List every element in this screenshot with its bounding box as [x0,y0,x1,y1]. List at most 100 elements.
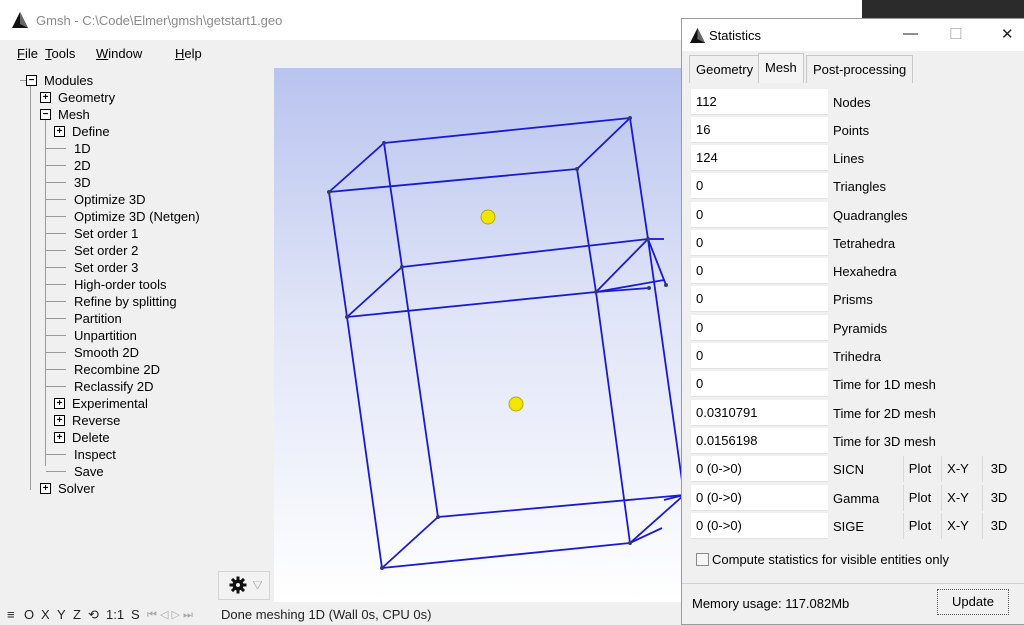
checkbox-label: Compute statistics for visible entities … [712,552,949,567]
settings-gear-button[interactable] [218,571,270,600]
statistics-title-bar[interactable]: Statistics — ☐ ✕ [682,19,1024,51]
tree-item-label: Partition [74,311,122,326]
collapse-icon[interactable]: − [40,109,51,120]
stat-value[interactable]: 0 [691,315,828,341]
menu-tools[interactable]: Tools [45,46,75,61]
gmsh-logo-icon [12,12,28,28]
stat-value[interactable]: 0 [691,286,828,312]
update-button[interactable]: Update [937,589,1009,615]
3d-plot-button[interactable]: 3D [982,485,1015,511]
maximize-button[interactable]: ☐ [949,25,962,43]
tree-connector [46,335,66,336]
tree-item-label: Save [74,464,104,479]
tab-mesh[interactable]: Mesh [758,53,804,83]
stat-value[interactable]: 0 [691,202,828,228]
stat-value[interactable]: 16 [691,117,828,143]
stat-value[interactable]: 0 [691,230,828,256]
tree-item-label: Inspect [74,447,116,462]
stat-label: Pyramids [833,321,888,336]
geometry-point[interactable] [480,209,496,225]
mesh-edge [647,238,685,496]
z-view-button[interactable]: Z [73,607,81,622]
tree-item-label: Modules [44,73,94,88]
menu-file[interactable]: File [17,46,38,61]
checkbox-box[interactable] [696,553,709,566]
tree-item-label: Set order 1 [74,226,139,241]
stat-label: Points [833,123,870,138]
tree-connector [46,233,66,234]
expand-icon[interactable]: + [54,398,65,409]
stat-label: SIGE [833,519,865,534]
stat-value[interactable]: 0.0310791 [691,400,828,426]
tree-item-label: Optimize 3D (Netgen) [74,209,200,224]
expand-icon[interactable]: + [54,415,65,426]
plot-button[interactable]: Plot [903,456,936,482]
scale-reset-button[interactable]: 1:1 [106,607,124,622]
gear-icon [229,576,247,594]
xy-plot-button[interactable]: X-Y [941,513,974,539]
close-button[interactable]: ✕ [1001,25,1014,43]
xy-plot-button[interactable]: X-Y [941,485,974,511]
tree-connector [46,454,66,455]
playback-controls[interactable]: ⏮ ◁ ▷ ⏭ [147,608,193,622]
origin-view-button[interactable]: O [24,607,34,622]
xy-plot-button[interactable]: X-Y [941,456,974,482]
tree-item-label: Recombine 2D [74,362,160,377]
mesh-edge [576,117,631,170]
stat-value[interactable]: 0 [691,371,828,397]
plot-button[interactable]: Plot [903,513,936,539]
3d-plot-button[interactable]: 3D [982,513,1015,539]
stat-value[interactable]: 0 [691,173,828,199]
stat-value[interactable]: 0.0156198 [691,428,828,454]
menu-toggle-button[interactable]: ≡ [7,607,15,622]
tree-item-label: Set order 2 [74,243,139,258]
stat-value[interactable]: 0 (0->0) [691,513,828,539]
y-view-button[interactable]: Y [57,607,66,622]
tree-connector [46,471,66,472]
stat-value[interactable]: 124 [691,145,828,171]
3d-plot-button[interactable]: 3D [982,456,1015,482]
expand-icon[interactable]: + [54,432,65,443]
mesh-vertex [647,286,651,290]
minimize-button[interactable]: — [903,25,918,42]
tree-item-label: 2D [74,158,91,173]
stat-label: Quadrangles [833,208,908,223]
x-view-button[interactable]: X [41,607,50,622]
plot-button[interactable]: Plot [903,485,936,511]
rotate-button[interactable]: ⟲ [88,607,99,623]
mesh-vertex [380,566,384,570]
expand-icon[interactable]: + [40,92,51,103]
stat-value[interactable]: 112 [691,89,828,115]
stat-label: Hexahedra [833,264,897,279]
select-button[interactable]: S [131,607,140,622]
expand-icon[interactable]: + [54,126,65,137]
tab-post-processing[interactable]: Post-processing [806,55,914,83]
tree-connector [46,301,66,302]
expand-icon[interactable]: + [40,483,51,494]
tab-geometry[interactable]: Geometry [689,55,761,83]
stat-value[interactable]: 0 [691,258,828,284]
tree-item-label: Unpartition [74,328,137,343]
stat-value[interactable]: 0 (0->0) [691,456,828,482]
status-message: Done meshing 1D (Wall 0s, CPU 0s) [221,607,432,622]
menu-window-label: indow [108,46,143,61]
menu-window[interactable]: Window [96,46,142,61]
stat-value[interactable]: 0 (0->0) [691,485,828,511]
mesh-edge [383,117,631,144]
tree-item-label: Mesh [58,107,90,122]
menu-help-label: elp [184,46,202,61]
stat-label: Lines [833,151,865,166]
collapse-icon[interactable]: − [26,75,37,86]
tree-item-label: Reverse [72,413,121,428]
tree-item-label: Reclassify 2D [74,379,154,394]
mesh-vertex [646,237,650,241]
tree-connector [46,284,66,285]
tree-connector [46,250,66,251]
stat-value[interactable]: 0 [691,343,828,369]
stat-label: SICN [833,462,865,477]
menu-help[interactable]: Help [175,46,202,61]
tree-item-label: High-order tools [74,277,167,292]
statistics-title: Statistics [709,28,762,43]
tree-item-label: Geometry [58,90,116,105]
geometry-point[interactable] [508,396,524,412]
